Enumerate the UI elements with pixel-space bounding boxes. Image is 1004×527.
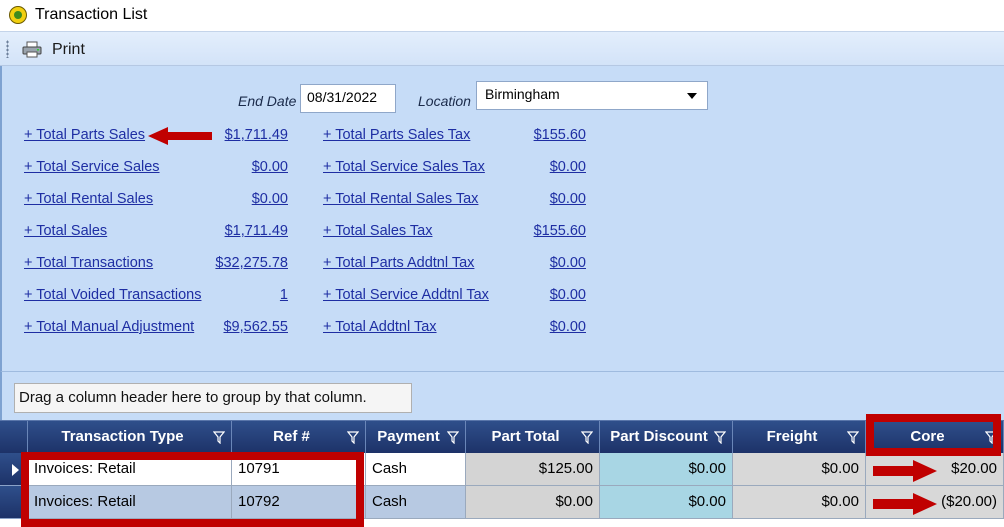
total-right-link-6[interactable]: + Total Addtnl Tax bbox=[323, 319, 437, 335]
summary-panel: End Date 08/31/2022 Location Birmingham … bbox=[0, 66, 1004, 372]
total-right-value-2[interactable]: $0.00 bbox=[550, 191, 586, 207]
table-row[interactable]: Invoices: Retail 10791 Cash $125.00 $0.00 $0.… bbox=[0, 453, 1004, 486]
column-header-label: Payment bbox=[377, 428, 440, 445]
column-header-6[interactable]: Core bbox=[866, 421, 1004, 453]
column-header-label: Part Total bbox=[491, 428, 560, 445]
column-header-4[interactable]: Part Discount bbox=[600, 421, 733, 453]
total-right-link-4[interactable]: + Total Parts Addtnl Tax bbox=[323, 255, 474, 271]
group-by-hint: Drag a column header here to group by th… bbox=[14, 383, 412, 413]
total-left-link-0[interactable]: + Total Parts Sales bbox=[24, 127, 145, 143]
total-left-value-5[interactable]: 1 bbox=[280, 287, 288, 303]
annotation-arrow-right-2 bbox=[873, 493, 937, 515]
chevron-down-icon[interactable] bbox=[687, 93, 697, 99]
filter-icon[interactable] bbox=[714, 431, 726, 444]
column-header-label: Ref # bbox=[273, 428, 310, 445]
column-header-0[interactable]: Transaction Type bbox=[28, 421, 232, 453]
cell-part-total[interactable]: $0.00 bbox=[466, 486, 600, 519]
cell-ref[interactable]: 10791 bbox=[232, 453, 366, 486]
location-select-value: Birmingham bbox=[485, 86, 560, 102]
column-header-2[interactable]: Payment bbox=[366, 421, 466, 453]
window-title: Transaction List bbox=[35, 6, 148, 23]
filter-icon[interactable] bbox=[847, 431, 859, 444]
annotation-arrow-right-1 bbox=[873, 460, 937, 482]
filter-icon[interactable] bbox=[581, 431, 593, 444]
cell-part-discount[interactable]: $0.00 bbox=[600, 453, 733, 486]
total-right-value-1[interactable]: $0.00 bbox=[550, 159, 586, 175]
title-bar: Transaction List bbox=[0, 0, 1004, 31]
toolbar: Print bbox=[0, 31, 1004, 66]
total-right-value-3[interactable]: $155.60 bbox=[534, 223, 586, 239]
cell-payment[interactable]: Cash bbox=[366, 486, 466, 519]
grid-header: Transaction Type Ref # Payment Part Total Pa… bbox=[0, 420, 1004, 453]
cell-ref[interactable]: 10792 bbox=[232, 486, 366, 519]
column-header-label: Part Discount bbox=[610, 428, 708, 445]
row-selector[interactable] bbox=[0, 453, 28, 486]
filter-icon[interactable] bbox=[447, 431, 459, 444]
filter-icon[interactable] bbox=[347, 431, 359, 444]
column-header-1[interactable]: Ref # bbox=[232, 421, 366, 453]
total-left-value-2[interactable]: $0.00 bbox=[252, 191, 288, 207]
total-right-link-1[interactable]: + Total Service Sales Tax bbox=[323, 159, 485, 175]
cell-transaction-type[interactable]: Invoices: Retail bbox=[28, 486, 232, 519]
column-header-5[interactable]: Freight bbox=[733, 421, 866, 453]
total-right-link-3[interactable]: + Total Sales Tax bbox=[323, 223, 433, 239]
location-label: Location bbox=[418, 93, 471, 109]
total-left-value-1[interactable]: $0.00 bbox=[252, 159, 288, 175]
total-right-value-0[interactable]: $155.60 bbox=[534, 127, 586, 143]
total-right-value-6[interactable]: $0.00 bbox=[550, 319, 586, 335]
end-date-label: End Date bbox=[238, 93, 297, 109]
cell-payment[interactable]: Cash bbox=[366, 453, 466, 486]
row-selector[interactable] bbox=[0, 486, 28, 519]
total-right-link-0[interactable]: + Total Parts Sales Tax bbox=[323, 127, 470, 143]
total-left-link-1[interactable]: + Total Service Sales bbox=[24, 159, 160, 175]
total-left-link-2[interactable]: + Total Rental Sales bbox=[24, 191, 153, 207]
column-header-label: Core bbox=[910, 428, 945, 445]
cell-freight[interactable]: $0.00 bbox=[733, 486, 866, 519]
print-button[interactable]: Print bbox=[52, 41, 85, 59]
group-by-area[interactable]: Drag a column header here to group by th… bbox=[0, 372, 1004, 420]
grid-corner bbox=[0, 421, 28, 453]
current-row-icon bbox=[12, 464, 19, 476]
end-date-field[interactable]: 08/31/2022 bbox=[300, 84, 396, 113]
filter-icon[interactable] bbox=[213, 431, 225, 444]
total-left-link-6[interactable]: + Total Manual Adjustment bbox=[24, 319, 194, 335]
total-left-value-3[interactable]: $1,711.49 bbox=[225, 223, 288, 239]
total-right-link-5[interactable]: + Total Service Addtnl Tax bbox=[323, 287, 489, 303]
location-select[interactable]: Birmingham bbox=[476, 81, 708, 110]
printer-icon[interactable] bbox=[22, 41, 42, 58]
total-left-link-5[interactable]: + Total Voided Transactions bbox=[24, 287, 201, 303]
filter-icon[interactable] bbox=[985, 431, 997, 444]
cell-freight[interactable]: $0.00 bbox=[733, 453, 866, 486]
column-header-label: Transaction Type bbox=[61, 428, 184, 445]
cell-transaction-type[interactable]: Invoices: Retail bbox=[28, 453, 232, 486]
cell-part-discount[interactable]: $0.00 bbox=[600, 486, 733, 519]
column-header-3[interactable]: Part Total bbox=[466, 421, 600, 453]
annotation-arrow-left bbox=[148, 127, 212, 145]
total-right-link-2[interactable]: + Total Rental Sales Tax bbox=[323, 191, 478, 207]
total-left-value-0[interactable]: $1,711.49 bbox=[225, 127, 288, 143]
total-left-link-3[interactable]: + Total Sales bbox=[24, 223, 107, 239]
total-right-value-5[interactable]: $0.00 bbox=[550, 287, 586, 303]
app-logo-icon bbox=[9, 6, 27, 24]
total-left-value-6[interactable]: $9,562.55 bbox=[223, 319, 288, 335]
total-right-value-4[interactable]: $0.00 bbox=[550, 255, 586, 271]
total-left-link-4[interactable]: + Total Transactions bbox=[24, 255, 153, 271]
toolbar-grip-icon[interactable] bbox=[6, 40, 9, 58]
cell-part-total[interactable]: $125.00 bbox=[466, 453, 600, 486]
table-row[interactable]: Invoices: Retail 10792 Cash $0.00 $0.00 $0.00… bbox=[0, 486, 1004, 519]
column-header-label: Freight bbox=[766, 428, 818, 445]
total-left-value-4[interactable]: $32,275.78 bbox=[215, 255, 288, 271]
